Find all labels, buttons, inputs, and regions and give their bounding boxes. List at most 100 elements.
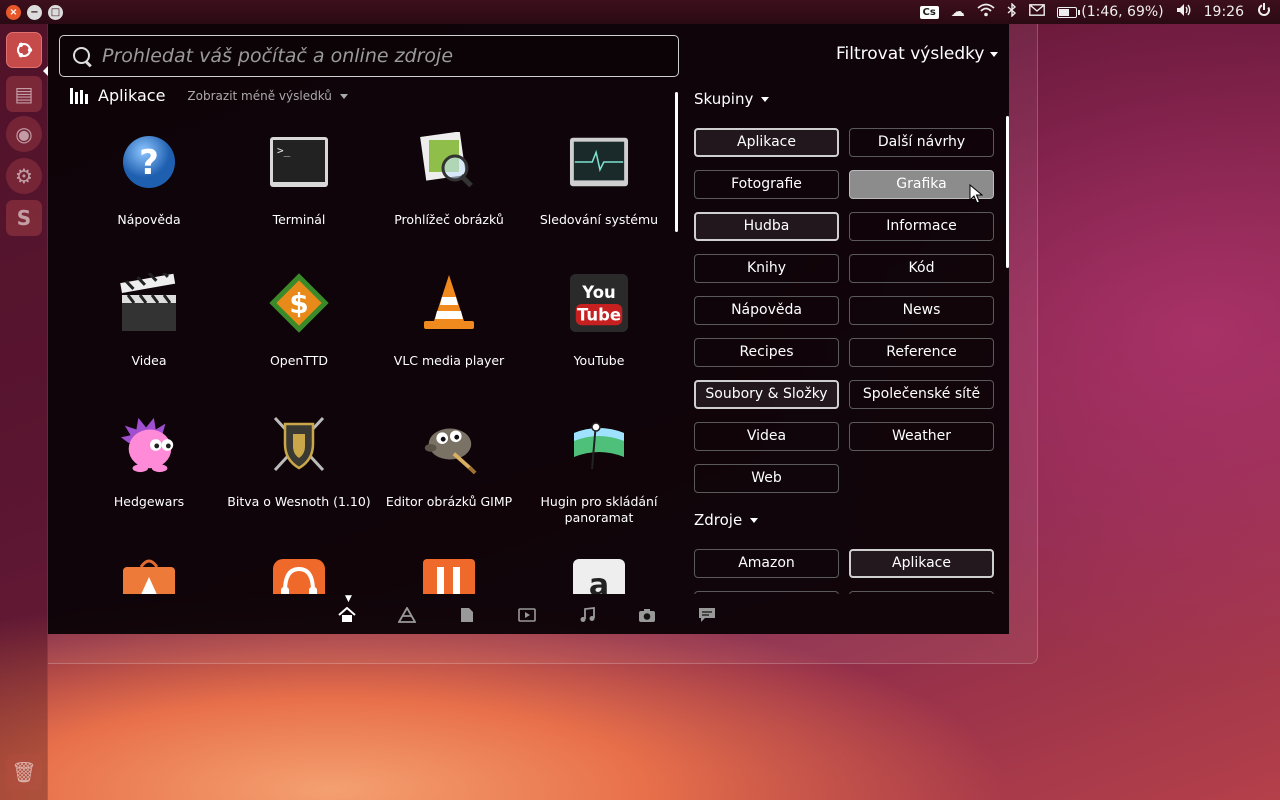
- minimize-icon[interactable]: −: [27, 4, 42, 20]
- more-results-indicator: ▼: [345, 594, 352, 604]
- filter-results-label: Filtrovat výsledky: [836, 44, 985, 64]
- applications-lens-icon[interactable]: [396, 604, 418, 626]
- trash-icon[interactable]: 🗑: [6, 754, 42, 790]
- filter-results-toggle[interactable]: Filtrovat výsledky: [836, 44, 999, 64]
- filter-group-button[interactable]: Videa: [694, 422, 839, 451]
- wifi-icon[interactable]: [977, 3, 995, 21]
- app-label: Prohlížeč obrázků: [394, 212, 504, 227]
- svg-text:Tube: Tube: [577, 305, 621, 324]
- groups-grid: Aplikace Další návrhy Fotografie Grafika…: [694, 128, 994, 493]
- filter-group-button[interactable]: Soubory & Složky: [694, 380, 839, 409]
- filter-source-button[interactable]: [849, 591, 994, 594]
- video-lens-icon[interactable]: [516, 604, 538, 626]
- gimp-icon: [419, 414, 479, 474]
- app-tile[interactable]: Hugin pro skládání panoramat: [524, 414, 674, 526]
- filter-group-button[interactable]: News: [849, 296, 994, 325]
- groups-section-toggle[interactable]: Skupiny: [694, 90, 770, 108]
- filter-group-button[interactable]: Nápověda: [694, 296, 839, 325]
- filter-group-button[interactable]: Hudba: [694, 212, 839, 241]
- filter-group-button[interactable]: Knihy: [694, 254, 839, 283]
- filter-scrollbar[interactable]: [1006, 116, 1009, 268]
- results-scrollbar[interactable]: [675, 92, 678, 232]
- filter-group-button[interactable]: Kód: [849, 254, 994, 283]
- filter-group-button[interactable]: Další návrhy: [849, 128, 994, 157]
- app-tile[interactable]: >_ Terminál: [224, 132, 374, 228]
- sources-section-toggle[interactable]: Zdroje: [694, 511, 759, 529]
- hedgehog-icon: [119, 414, 179, 474]
- firefox-icon[interactable]: ◉: [6, 116, 42, 152]
- filter-source-button[interactable]: Aplikace: [849, 549, 994, 578]
- search-input[interactable]: [102, 45, 678, 67]
- mouse-pointer-icon: [969, 184, 983, 204]
- clock[interactable]: 19:26: [1204, 4, 1244, 20]
- settings-icon[interactable]: ⚙: [6, 158, 42, 194]
- app-tile[interactable]: Prohlížeč obrázků: [374, 132, 524, 228]
- power-icon[interactable]: [1256, 2, 1272, 22]
- sources-grid: Amazon Aplikace: [694, 549, 994, 594]
- app-label: Bitva o Wesnoth (1.10): [227, 494, 371, 509]
- app-results: ? Nápověda >_ Terminál Prohlížeč obrázků…: [74, 132, 674, 594]
- software-center-bag-icon: [119, 555, 179, 594]
- app-label: Nápověda: [117, 212, 181, 227]
- show-fewer-results-link[interactable]: Zobrazit méně výsledků: [187, 89, 348, 103]
- app-tile[interactable]: $ OpenTTD: [224, 273, 374, 369]
- app-label: Terminál: [272, 212, 326, 227]
- search-box[interactable]: [59, 35, 679, 77]
- vlc-cone-icon: [419, 273, 479, 333]
- close-icon[interactable]: ×: [6, 4, 21, 20]
- chevron-down-icon: [761, 97, 770, 102]
- files-icon[interactable]: ▤: [6, 76, 42, 112]
- chevron-down-icon: [990, 51, 999, 57]
- photo-lens-icon[interactable]: [636, 604, 658, 626]
- battery-indicator[interactable]: (1:46, 69%): [1056, 4, 1164, 20]
- chevron-down-icon: [339, 93, 348, 99]
- keyboard-layout-indicator[interactable]: Cs: [919, 5, 939, 19]
- app-tile[interactable]: [224, 555, 374, 594]
- category-header: Aplikace Zobrazit méně výsledků: [70, 86, 348, 105]
- app-tile[interactable]: [74, 555, 224, 594]
- filter-source-button[interactable]: [694, 591, 839, 594]
- maximize-icon[interactable]: □: [48, 4, 63, 20]
- app-tile[interactable]: Editor obrázků GIMP: [374, 414, 524, 510]
- social-lens-icon[interactable]: [696, 604, 718, 626]
- filter-panel: Skupiny Aplikace Další návrhy Fotografie…: [694, 88, 994, 594]
- app-tile[interactable]: [374, 555, 524, 594]
- dash-icon[interactable]: [6, 32, 42, 68]
- software-center-icon[interactable]: S: [6, 200, 42, 236]
- app-tile[interactable]: a: [524, 555, 674, 594]
- home-icon[interactable]: [336, 604, 358, 626]
- app-tile[interactable]: Videa: [74, 273, 224, 369]
- applications-category-icon: [70, 87, 88, 104]
- filter-group-button[interactable]: Reference: [849, 338, 994, 367]
- volume-icon[interactable]: [1176, 3, 1192, 21]
- cloud-icon[interactable]: ☁: [951, 4, 965, 20]
- filter-group-button[interactable]: Recipes: [694, 338, 839, 367]
- app-tile[interactable]: VLC media player: [374, 273, 524, 369]
- filter-group-button[interactable]: Fotografie: [694, 170, 839, 199]
- filter-group-button[interactable]: Weather: [849, 422, 994, 451]
- app-label: OpenTTD: [269, 353, 329, 368]
- app-label: Editor obrázků GIMP: [385, 494, 513, 509]
- filter-group-button[interactable]: Aplikace: [694, 128, 839, 157]
- svg-text:>_: >_: [277, 144, 291, 157]
- app-tile[interactable]: Hedgewars: [74, 414, 224, 510]
- lens-bar: [336, 604, 718, 626]
- filter-group-button[interactable]: Web: [694, 464, 839, 493]
- filter-group-button[interactable]: Informace: [849, 212, 994, 241]
- bluetooth-icon[interactable]: [1007, 2, 1017, 21]
- filter-source-button[interactable]: Amazon: [694, 549, 839, 578]
- app-tile[interactable]: Bitva o Wesnoth (1.10): [224, 414, 374, 510]
- filter-group-button[interactable]: Společenské sítě: [849, 380, 994, 409]
- svg-text:$: $: [289, 287, 308, 320]
- indicator-area: Cs ☁ (1:46, 69%) 19:26: [919, 0, 1273, 24]
- help-icon: ?: [119, 132, 179, 192]
- app-label: Hugin pro skládání panoramat: [540, 494, 658, 525]
- svg-text:?: ?: [139, 143, 159, 183]
- app-tile[interactable]: Sledování systému: [524, 132, 674, 228]
- mail-icon[interactable]: [1028, 4, 1045, 20]
- files-lens-icon[interactable]: [456, 604, 478, 626]
- sources-section-title: Zdroje: [694, 511, 743, 529]
- app-tile[interactable]: You Tube YouTube: [524, 273, 674, 369]
- music-lens-icon[interactable]: [576, 604, 598, 626]
- app-tile[interactable]: ? Nápověda: [74, 132, 224, 228]
